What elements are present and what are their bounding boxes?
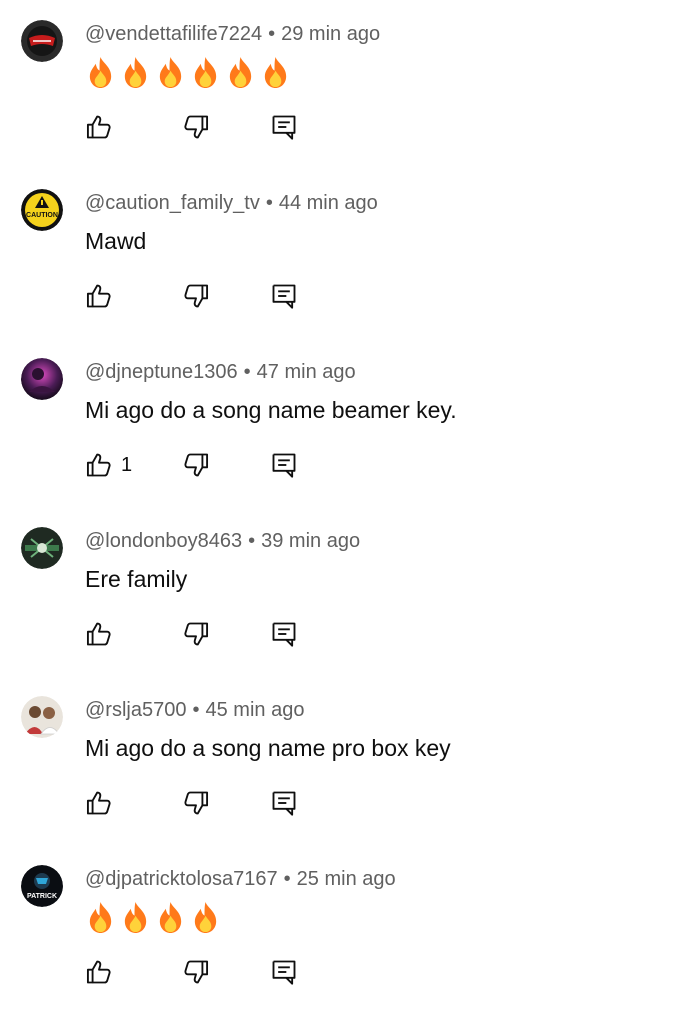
avatar[interactable] — [21, 696, 63, 738]
comment-time: 25 min ago — [296, 868, 396, 890]
comment-actions — [85, 957, 325, 987]
comment-meta: @djpatricktolosa7167 • 25 min ago — [85, 865, 396, 893]
like-count: 1 — [121, 453, 133, 476]
thumbs-down-icon — [184, 453, 209, 477]
fire-emoji-icon — [260, 56, 291, 89]
avatar[interactable] — [21, 527, 63, 569]
fire-emoji-icon — [120, 901, 151, 934]
meta-separator: • — [265, 192, 273, 214]
comment-actions — [85, 619, 325, 649]
comment-meta: @djneptune1306 • 47 min ago — [85, 358, 356, 386]
comment-time: 44 min ago — [278, 192, 378, 214]
dislike-button[interactable] — [182, 788, 210, 818]
dislike-button[interactable] — [182, 112, 210, 142]
fire-emoji-icon — [85, 56, 116, 89]
thumbs-up-icon — [86, 960, 111, 984]
fire-emoji-icon — [120, 56, 151, 89]
fire-emoji-icon — [155, 56, 186, 89]
comment-item: @rslja5700 • 45 min ago Mi ago do a song n… — [0, 676, 681, 845]
dislike-button[interactable] — [182, 450, 210, 480]
comment-actions: 1 — [85, 450, 325, 480]
avatar[interactable]: PATRICK — [21, 865, 63, 907]
reply-button[interactable] — [270, 281, 298, 311]
comment-time: 45 min ago — [205, 699, 305, 721]
thumbs-down-icon — [184, 115, 209, 139]
avatar[interactable]: CAUTION — [21, 189, 63, 231]
comment-text — [85, 55, 291, 89]
meta-separator: • — [192, 699, 200, 721]
comment-text: Mawd — [85, 228, 147, 254]
thumbs-up-icon — [86, 622, 111, 646]
comment-author[interactable]: @djpatricktolosa7167 — [85, 868, 278, 890]
comment-time: 39 min ago — [261, 530, 361, 552]
comment-text: Mi ago do a song name beamer key. — [85, 397, 457, 423]
avatar[interactable] — [21, 20, 63, 62]
like-button[interactable] — [85, 788, 121, 818]
comment-text: Mi ago do a song name pro box key — [85, 735, 451, 761]
reply-icon — [272, 622, 296, 647]
fire-emoji-icon — [155, 901, 186, 934]
fire-emoji-icon — [190, 901, 221, 934]
thumbs-up-icon — [86, 284, 111, 308]
comment-text: Ere family — [85, 566, 188, 592]
fire-emoji-icon — [85, 901, 116, 934]
fire-emoji-icon — [225, 56, 256, 89]
meta-separator: • — [283, 868, 291, 890]
reply-button[interactable] — [270, 112, 298, 142]
thumbs-down-icon — [184, 791, 209, 815]
like-button[interactable]: 1 — [85, 450, 132, 480]
reply-icon — [272, 791, 296, 816]
comment-author[interactable]: @vendettafilife7224 — [85, 23, 262, 45]
reply-button[interactable] — [270, 788, 298, 818]
reply-icon — [272, 115, 296, 140]
comment-author[interactable]: @londonboy8463 — [85, 530, 242, 552]
comment-meta: @caution_family_tv • 44 min ago — [85, 189, 378, 217]
comment-item: PATRICK @djpatricktolosa7167 • 25 min ago — [0, 845, 681, 1014]
meta-separator: • — [268, 23, 276, 45]
svg-text:PATRICK: PATRICK — [27, 893, 57, 900]
thumbs-up-icon — [86, 791, 111, 815]
meta-separator: • — [248, 530, 256, 552]
like-button[interactable] — [85, 619, 121, 649]
comment-actions — [85, 112, 325, 142]
reply-icon — [272, 284, 296, 309]
comment-item: @londonboy8463 • 39 min ago Ere family — [0, 507, 681, 676]
reply-button[interactable] — [270, 619, 298, 649]
comment-author[interactable]: @caution_family_tv — [85, 192, 260, 214]
thumbs-down-icon — [184, 960, 209, 984]
comment-item: @djneptune1306 • 47 min ago Mi ago do a so… — [0, 338, 681, 507]
comment-actions — [85, 281, 325, 311]
reply-button[interactable] — [270, 957, 298, 987]
dislike-button[interactable] — [182, 281, 210, 311]
comment-item: CAUTION @caution_family_tv • 44 min ago Ma… — [0, 169, 681, 338]
like-button[interactable] — [85, 112, 121, 142]
comment-actions — [85, 788, 325, 818]
thumbs-up-icon — [86, 115, 111, 139]
thumbs-down-icon — [184, 284, 209, 308]
comment-time: 47 min ago — [256, 361, 356, 383]
like-button[interactable] — [85, 957, 121, 987]
like-button[interactable] — [85, 281, 121, 311]
dislike-button[interactable] — [182, 619, 210, 649]
reply-button[interactable] — [270, 450, 298, 480]
comment-author[interactable]: @rslja5700 — [85, 699, 186, 721]
fire-emoji-icon — [190, 56, 221, 89]
svg-text:CAUTION: CAUTION — [26, 212, 58, 219]
comment-meta: @londonboy8463 • 39 min ago — [85, 527, 360, 555]
thumbs-up-icon — [86, 453, 111, 477]
comment-text — [85, 900, 221, 934]
comment-item: @vendettafilife7224 • 29 min ago — [0, 0, 681, 169]
reply-icon — [272, 960, 296, 985]
comment-author[interactable]: @djneptune1306 — [85, 361, 238, 383]
dislike-button[interactable] — [182, 957, 210, 987]
meta-separator: • — [243, 361, 251, 383]
reply-icon — [272, 453, 296, 478]
thumbs-down-icon — [184, 622, 209, 646]
avatar[interactable] — [21, 358, 63, 400]
comment-time: 29 min ago — [281, 23, 381, 45]
comment-meta: @rslja5700 • 45 min ago — [85, 696, 304, 724]
comment-meta: @vendettafilife7224 • 29 min ago — [85, 20, 380, 48]
